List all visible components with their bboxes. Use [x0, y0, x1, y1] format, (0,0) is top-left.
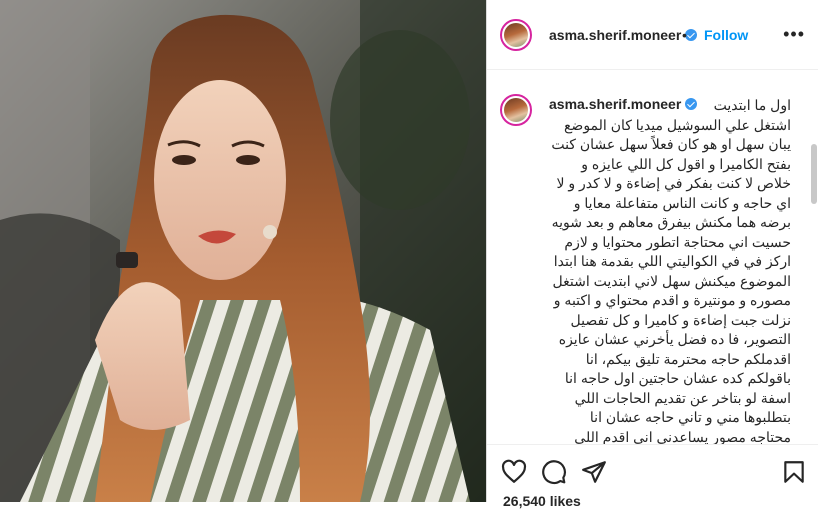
post-photo[interactable] [0, 0, 486, 502]
post-caption: اول ما ابتديت اشتغل علي السوشيل ميديا كا… [551, 97, 791, 444]
comment-icon[interactable] [541, 459, 567, 485]
scrollbar[interactable] [811, 144, 817, 204]
avatar[interactable] [500, 19, 532, 51]
caption-avatar[interactable] [500, 94, 532, 126]
comments-area[interactable]: asma.sherif.moneer اول ما ابتديت اشتغل ع… [487, 70, 818, 444]
separator-dot: • [682, 27, 687, 43]
follow-button[interactable]: Follow [704, 27, 748, 43]
paper-plane-icon[interactable] [581, 459, 607, 485]
action-bar: 26,540 likes [487, 444, 818, 509]
likes-count[interactable]: 26,540 likes [503, 493, 581, 509]
verified-badge-icon [685, 29, 698, 41]
post-sidebar: asma.sherif.moneer • Follow ••• asma.she… [486, 0, 818, 509]
more-options-icon[interactable]: ••• [783, 25, 805, 43]
heart-icon[interactable] [501, 459, 527, 485]
header-username-text[interactable]: asma.sherif.moneer [549, 27, 681, 43]
post-header: asma.sherif.moneer • Follow ••• [487, 0, 818, 70]
bookmark-icon[interactable] [781, 459, 807, 485]
header-username[interactable]: asma.sherif.moneer [549, 27, 698, 43]
